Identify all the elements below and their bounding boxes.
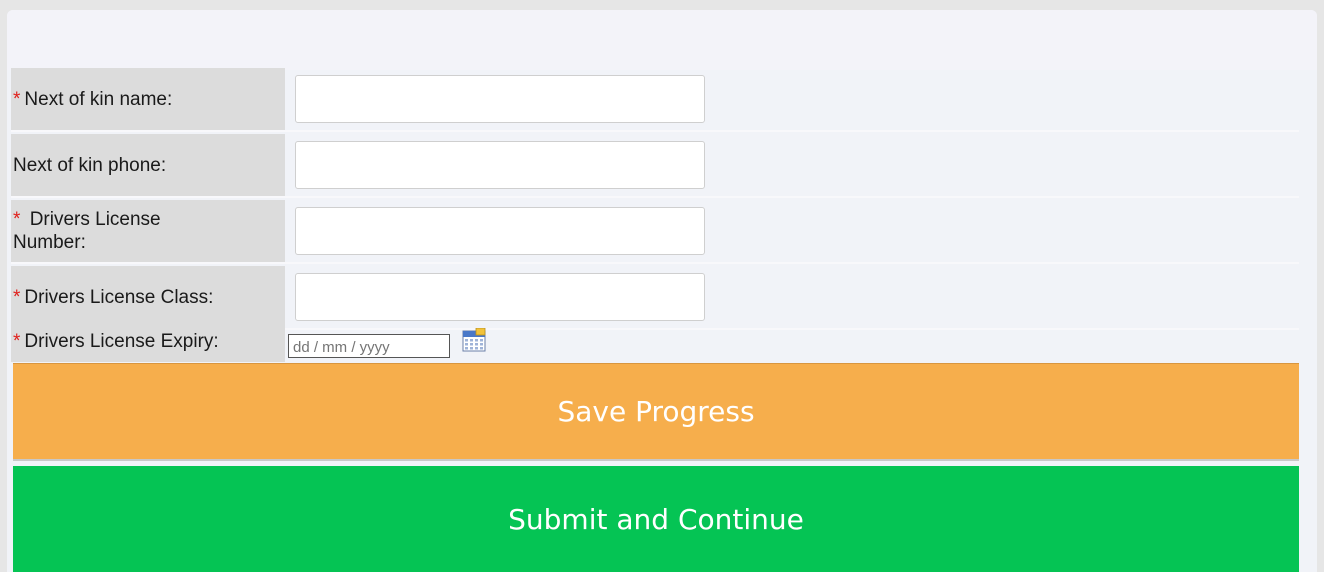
field-label-text: Drivers License Expiry: xyxy=(24,331,219,352)
field-label-text: Drivers License Number: xyxy=(13,209,161,253)
calendar-icon[interactable] xyxy=(462,328,486,352)
save-progress-button[interactable]: Save Progress xyxy=(13,363,1299,461)
required-marker: * xyxy=(13,286,21,308)
required-marker: * xyxy=(13,331,21,352)
form-row-drivers-license-expiry: * Drivers License Expiry: xyxy=(11,322,1299,362)
panel-header xyxy=(7,10,1317,70)
drivers-license-class-input[interactable] xyxy=(295,273,705,321)
next-of-kin-name-input[interactable] xyxy=(295,75,705,123)
drivers-license-expiry-input[interactable] xyxy=(288,334,450,358)
page-frame: * Next of kin name: Next of kin phone: *… xyxy=(0,0,1324,572)
field-label-next-of-kin-phone: Next of kin phone: xyxy=(11,134,285,196)
drivers-license-number-input[interactable] xyxy=(295,207,705,255)
form-row-drivers-license-class: * Drivers License Class: xyxy=(11,266,1299,330)
field-label-drivers-license-expiry: * Drivers License Expiry: xyxy=(11,322,285,362)
next-of-kin-phone-input[interactable] xyxy=(295,141,705,189)
field-label-text: Next of kin name: xyxy=(24,88,173,110)
field-label-drivers-license-class: * Drivers License Class: xyxy=(11,266,285,328)
field-label-next-of-kin-name: * Next of kin name: xyxy=(11,68,285,130)
form-row-next-of-kin-name: * Next of kin name: xyxy=(11,68,1299,132)
form-row-next-of-kin-phone: Next of kin phone: xyxy=(11,134,1299,198)
field-label-drivers-license-number: * Drivers License Number: xyxy=(11,200,285,262)
field-label-wrap: * Drivers License Number: xyxy=(13,208,213,254)
field-label-text: Drivers License Class: xyxy=(24,286,214,308)
form-row-drivers-license-number: * Drivers License Number: xyxy=(11,200,1299,264)
submit-and-continue-button[interactable]: Submit and Continue xyxy=(13,466,1299,572)
required-marker: * xyxy=(13,88,21,110)
field-label-text: Next of kin phone: xyxy=(13,154,167,176)
required-marker: * xyxy=(13,209,21,230)
